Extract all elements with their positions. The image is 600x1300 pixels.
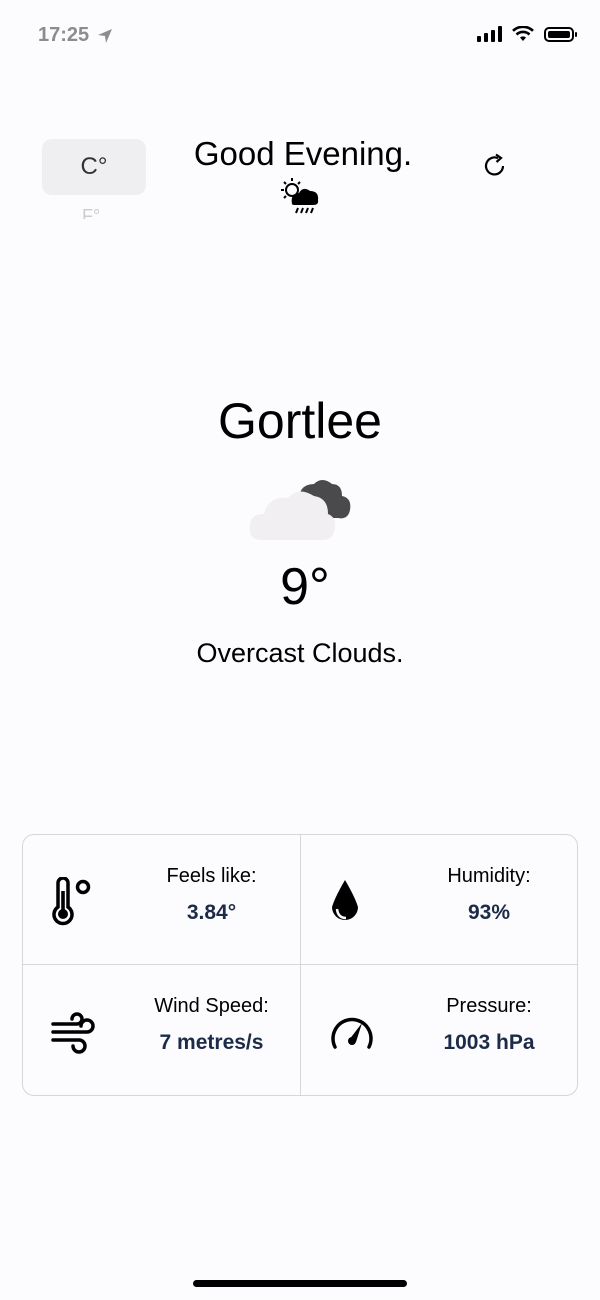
stat-feels-like: Feels like: 3.84° [23, 835, 301, 965]
location-arrow-icon [98, 28, 113, 43]
water-drop-icon [332, 880, 358, 920]
wind-icon [51, 1012, 95, 1054]
stat-value: 3.84° [186, 901, 237, 924]
stat-pressure: Pressure: 1003 hPa [301, 965, 577, 1095]
overcast-clouds-icon [249, 480, 351, 540]
greeting-title: Good Evening. [193, 135, 413, 172]
refresh-icon[interactable] [481, 152, 509, 180]
unit-option-fahrenheit[interactable]: F° [82, 203, 100, 219]
status-icons [477, 26, 577, 42]
sun-rain-cloud-icon [281, 178, 319, 214]
stat-label: Pressure: [446, 995, 532, 1017]
status-bar: 17:25 [0, 0, 600, 70]
temperature: 9° [280, 558, 330, 616]
stat-label: Humidity: [447, 865, 531, 887]
weather-description: Overcast Clouds. [196, 638, 404, 668]
stat-value: 7 metres/s [159, 1031, 264, 1054]
stat-wind-speed: Wind Speed: 7 metres/s [23, 965, 301, 1095]
gauge-icon [331, 1017, 373, 1049]
status-time-text: 17:25 [38, 24, 90, 46]
weather-stats-grid: Feels like: 3.84° Humidity: 93% Wind Spe… [22, 834, 578, 1096]
battery-icon [544, 26, 577, 42]
stat-label: Wind Speed: [154, 995, 269, 1017]
stat-value: 93% [467, 901, 511, 924]
status-time: 17:25 [38, 24, 113, 47]
home-indicator[interactable] [193, 1280, 407, 1287]
city-name: Gortlee [218, 393, 382, 449]
stat-humidity: Humidity: 93% [301, 835, 577, 965]
wifi-icon [512, 26, 534, 41]
cellular-signal-icon [477, 26, 502, 42]
stat-value: 1003 hPa [443, 1031, 535, 1054]
thermometer-icon [52, 877, 91, 926]
stat-label: Feels like: [166, 865, 257, 887]
